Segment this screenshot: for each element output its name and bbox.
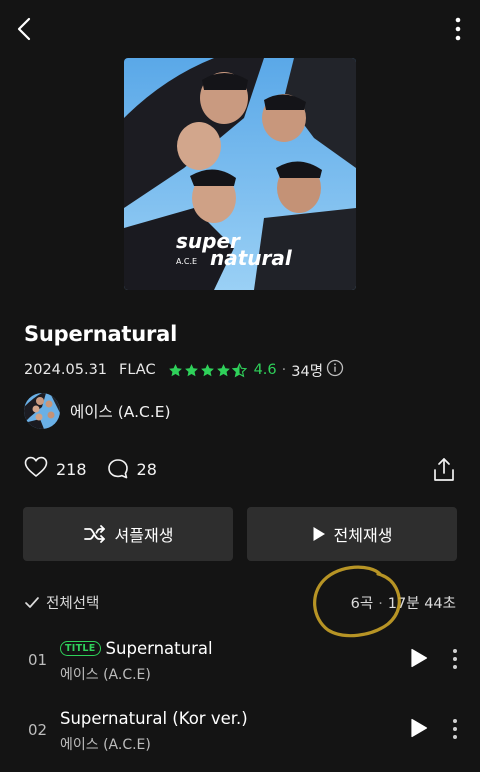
select-all[interactable]: 전체선택 <box>24 592 99 613</box>
track-row[interactable]: 02 Supernatural (Kor ver.) 에이스 (A.C.E) <box>0 700 480 760</box>
star-icon <box>168 363 182 376</box>
star-icon <box>184 363 198 376</box>
more-vertical-icon[interactable] <box>450 647 460 671</box>
play-icon[interactable] <box>410 648 428 668</box>
rating-value: 4.6 <box>253 362 277 378</box>
track-title: Supernatural <box>105 639 213 658</box>
meta-separator: · <box>281 362 287 378</box>
shuffle-play-button[interactable]: 셔플재생 <box>23 507 233 561</box>
album-cover[interactable]: super natural A.C.E <box>124 58 356 290</box>
avatar <box>24 393 60 429</box>
share-icon[interactable] <box>432 457 456 483</box>
play-icon[interactable] <box>410 718 428 738</box>
heart-icon[interactable] <box>24 456 48 482</box>
rating-count: 34명 <box>291 363 324 380</box>
more-vertical-icon[interactable] <box>450 14 466 44</box>
social-row: 218 28 <box>24 456 157 482</box>
cover-title-line2: natural <box>210 246 293 270</box>
shuffle-play-label: 셔플재생 <box>114 526 174 545</box>
star-icon <box>200 363 214 376</box>
track-row[interactable]: 01 TITLE Supernatural 에이스 (A.C.E) <box>0 630 480 690</box>
track-artist: 에이스 (A.C.E) <box>60 667 151 683</box>
play-all-label: 전체재생 <box>333 526 393 545</box>
release-date: 2024.05.31 <box>24 362 108 378</box>
album-meta: 2024.05.31 FLAC 4.6 · 34명 <box>24 358 344 382</box>
track-number: 02 <box>28 721 48 739</box>
rating-stars[interactable] <box>168 362 248 378</box>
play-all-button[interactable]: 전체재생 <box>247 507 457 561</box>
cover-artist: A.C.E <box>176 257 197 266</box>
audio-format: FLAC <box>119 362 156 378</box>
comment-button[interactable]: 28 <box>107 458 157 480</box>
like-count: 218 <box>56 459 87 479</box>
info-icon[interactable] <box>326 359 344 381</box>
top-bar <box>0 0 480 60</box>
track-artist: 에이스 (A.C.E) <box>60 737 151 753</box>
artist-row[interactable]: 에이스 (A.C.E) <box>24 393 171 429</box>
check-icon <box>25 596 39 608</box>
track-number: 01 <box>28 651 48 669</box>
artist-name[interactable]: 에이스 (A.C.E) <box>70 400 171 422</box>
star-icon <box>216 363 230 376</box>
comment-count: 28 <box>136 459 157 479</box>
title-badge: TITLE <box>60 641 101 656</box>
select-all-label: 전체선택 <box>46 596 100 612</box>
back-icon[interactable] <box>12 14 40 44</box>
track-title-line: TITLE Supernatural <box>60 639 213 658</box>
shuffle-icon <box>83 525 105 543</box>
track-title-line: Supernatural (Kor ver.) <box>60 709 248 728</box>
play-icon <box>313 527 325 541</box>
comment-icon <box>107 459 128 479</box>
more-vertical-icon[interactable] <box>450 717 460 741</box>
album-title: Supernatural <box>24 322 178 346</box>
track-title: Supernatural (Kor ver.) <box>60 709 248 728</box>
star-half-icon <box>231 362 247 377</box>
